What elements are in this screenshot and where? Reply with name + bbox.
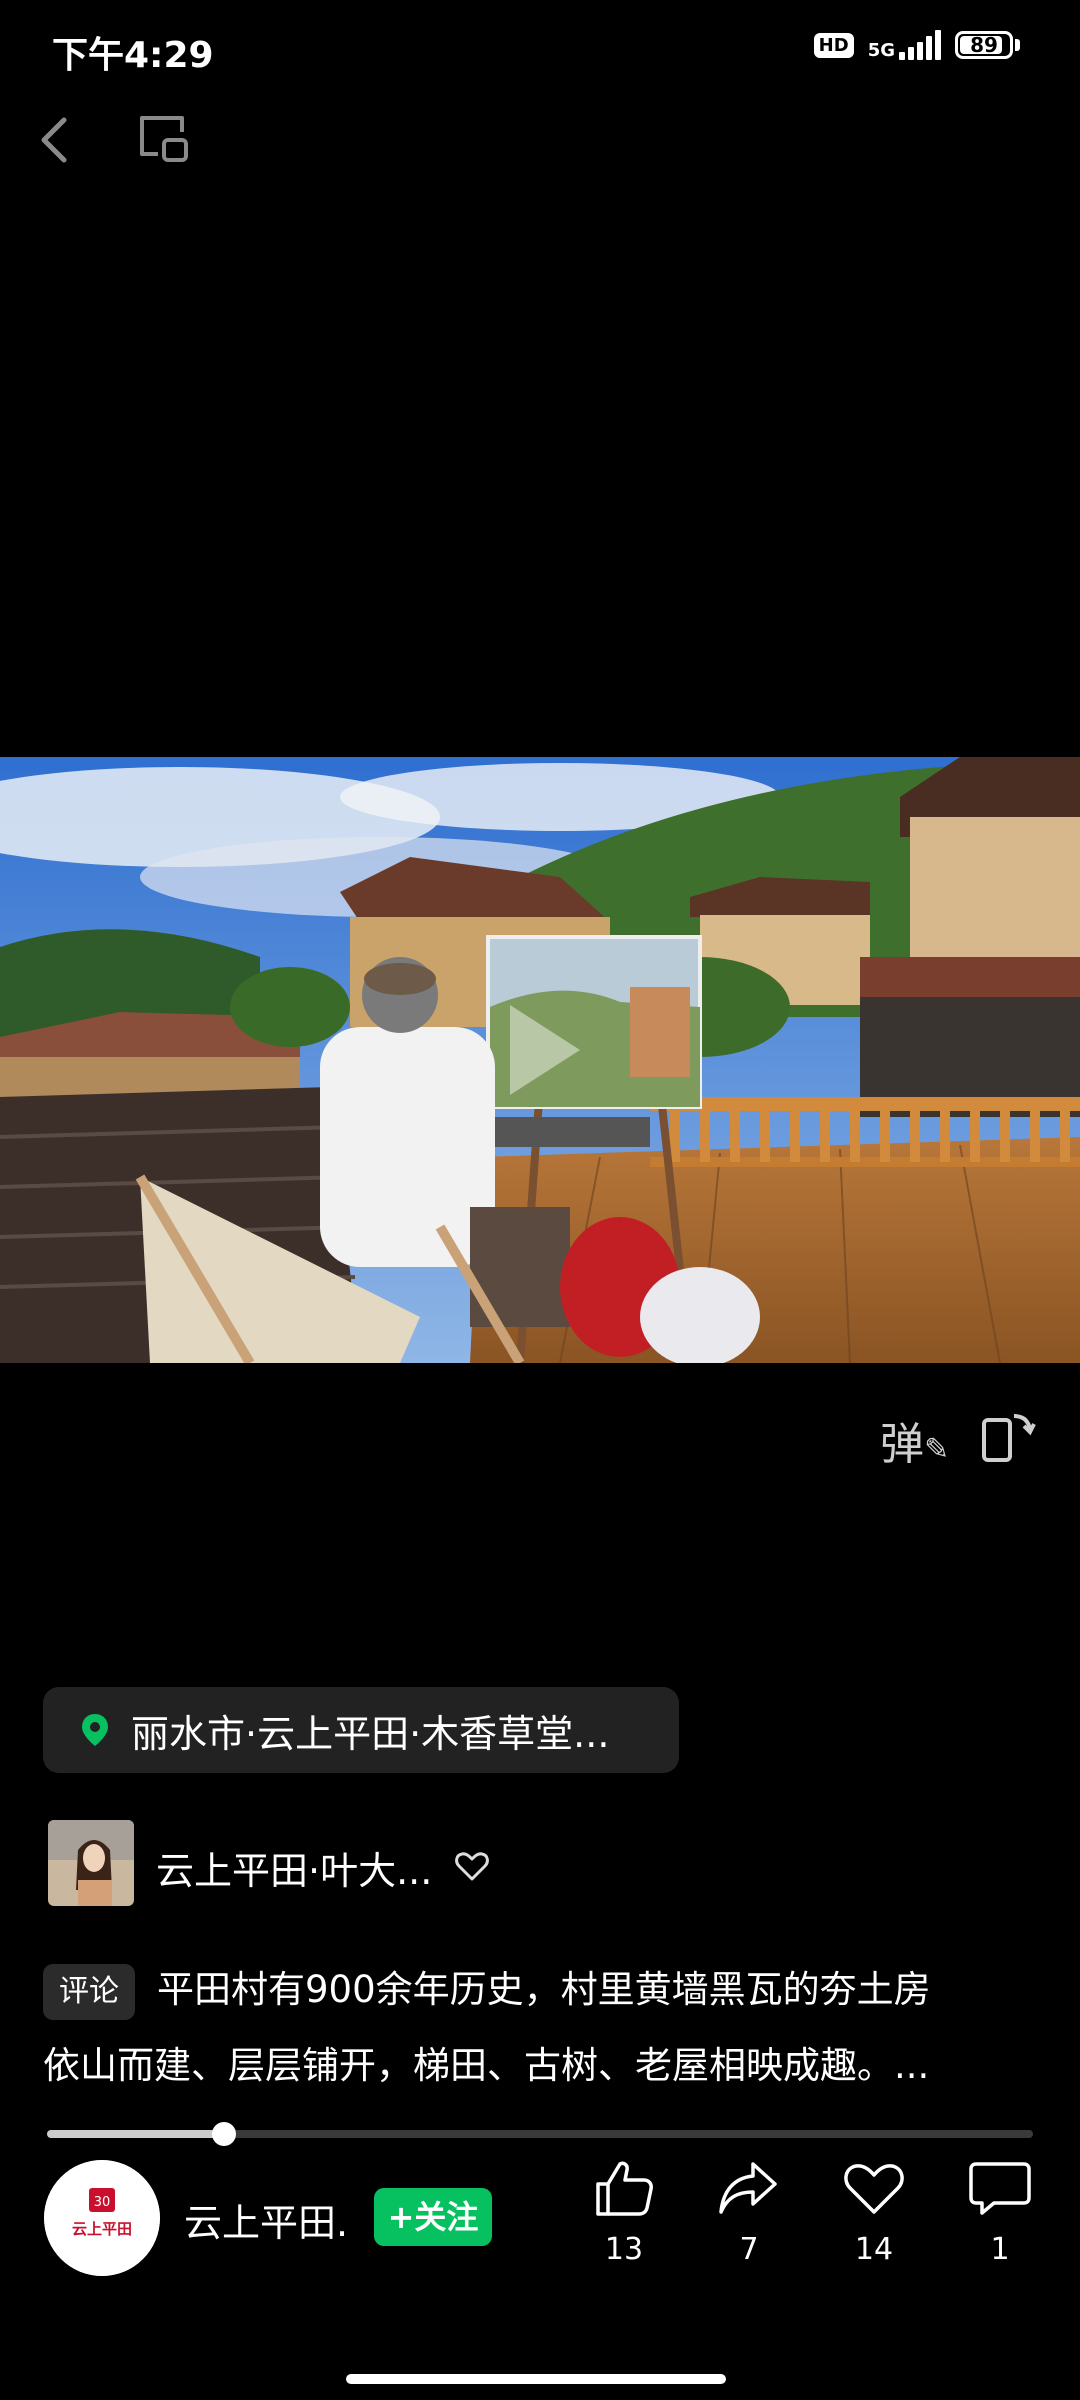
svg-text:30: 30 xyxy=(94,2195,111,2210)
like-count: 13 xyxy=(604,2232,644,2267)
progress-fill xyxy=(47,2130,225,2138)
author-avatar[interactable] xyxy=(48,1820,134,1906)
video-progress-bar[interactable] xyxy=(47,2122,1033,2146)
danmaku-label: 弹 xyxy=(880,1419,924,1470)
caption-line-1: 平田村有900余年历史，村里黄墙黑瓦的夯土房 xyxy=(157,1968,931,2011)
channel-avatar[interactable]: 30 云上平田 xyxy=(44,2160,160,2276)
comment-bubble-icon xyxy=(969,2162,1031,2215)
hd-badge: HD xyxy=(813,32,854,58)
battery-icon: 89 xyxy=(955,31,1020,59)
favorite-button[interactable]: 14 xyxy=(829,2158,919,2267)
share-count: 7 xyxy=(739,2232,759,2267)
follow-button[interactable]: +关注 xyxy=(374,2188,492,2246)
author-name[interactable]: 云上平田·叶大... xyxy=(156,1840,432,1895)
share-button[interactable]: 7 xyxy=(704,2158,794,2267)
danmaku-button[interactable]: 弹✎ xyxy=(880,1408,949,1472)
comment-button[interactable]: 1 xyxy=(955,2158,1045,2267)
comment-tag[interactable]: 评论 xyxy=(43,1963,135,2020)
share-arrow-icon xyxy=(719,2162,777,2214)
signal-icon xyxy=(899,30,941,60)
rotate-screen-icon xyxy=(982,1414,1036,1462)
channel-name[interactable]: 云上平田. xyxy=(184,2192,348,2247)
location-chip[interactable]: 丽水市·云上平田·木香草堂... xyxy=(43,1687,679,1773)
network-type: 5G xyxy=(867,40,895,61)
home-indicator[interactable] xyxy=(346,2374,726,2384)
comment-count: 1 xyxy=(990,2232,1010,2267)
chevron-left-icon xyxy=(41,117,67,163)
picture-in-picture-icon xyxy=(140,116,188,162)
fullscreen-rotate-button[interactable] xyxy=(980,1408,1036,1464)
floating-window-button[interactable] xyxy=(136,112,192,168)
favorite-author-button[interactable] xyxy=(454,1848,490,1884)
channel-logo-text: 云上平田 xyxy=(72,2220,132,2238)
progress-knob[interactable] xyxy=(212,2122,237,2146)
heart-outline-icon xyxy=(455,1852,489,1881)
location-pin-icon xyxy=(82,1714,108,1746)
heart-icon xyxy=(844,2164,904,2214)
avatar-image xyxy=(48,1820,134,1906)
caption-line-2: 依山而建、层层铺开，梯田、古树、老屋相映成趣。... xyxy=(43,2044,930,2087)
thumbs-up-icon xyxy=(596,2161,653,2216)
status-time: 下午4:29 xyxy=(52,35,214,76)
like-button[interactable]: 13 xyxy=(579,2158,669,2267)
location-text: 丽水市·云上平田·木香草堂... xyxy=(131,1711,610,1756)
play-icon xyxy=(510,1005,580,1095)
status-icons: HD 5G 89 xyxy=(813,30,1020,60)
back-button[interactable] xyxy=(30,110,80,170)
favorite-count: 14 xyxy=(854,2232,894,2267)
video-caption[interactable]: 评论 平田村有900余年历史，村里黄墙黑瓦的夯土房 依山而建、层层铺开，梯田、古树… xyxy=(43,1952,1033,2104)
play-button[interactable] xyxy=(480,990,600,1110)
battery-level: 89 xyxy=(970,33,998,57)
channel-logo: 30 云上平田 xyxy=(44,2160,160,2276)
network-indicator: 5G xyxy=(868,30,941,60)
